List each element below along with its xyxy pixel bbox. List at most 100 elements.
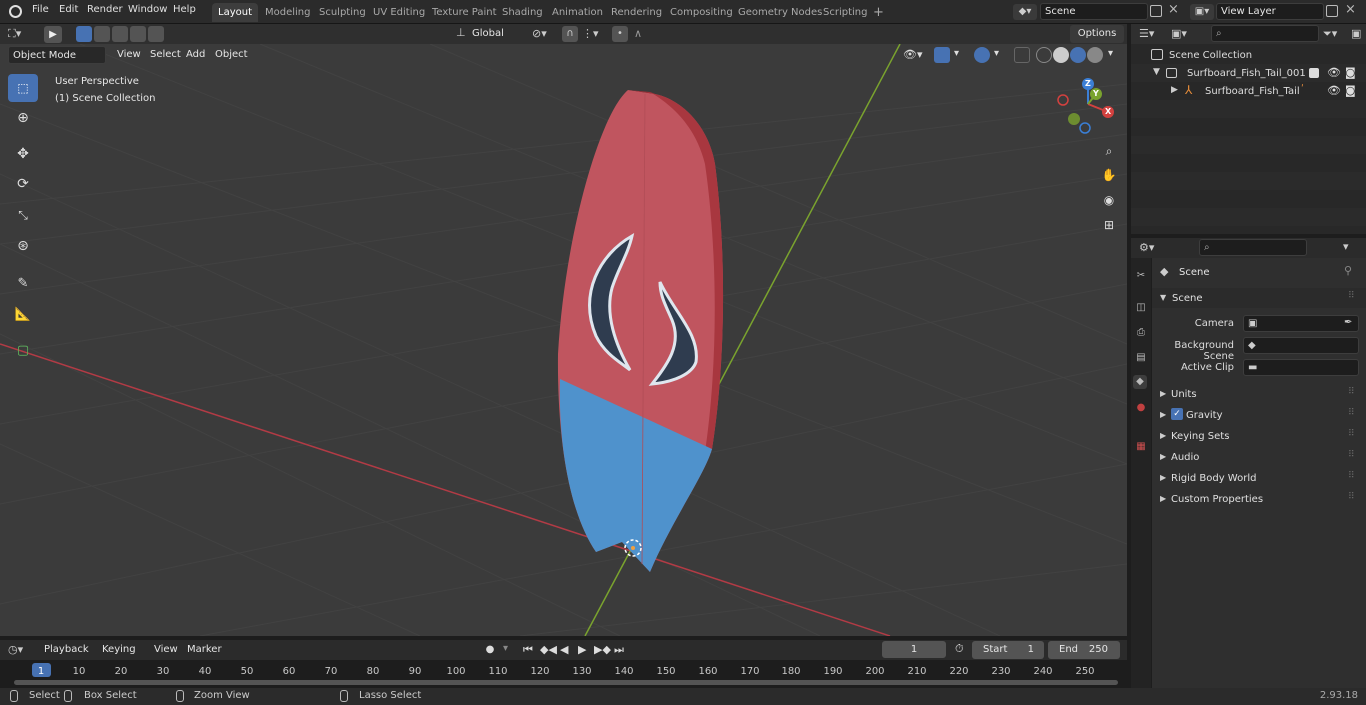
menu-file[interactable]: File [32, 4, 49, 15]
drag-handle-icon[interactable]: ⠿ [1348, 450, 1355, 460]
tab-sculpting[interactable]: Sculpting [313, 3, 372, 22]
properties-search-input[interactable]: ⌕ [1199, 239, 1307, 256]
menu-edit[interactable]: Edit [59, 4, 78, 15]
camera-view-icon[interactable]: ◉ [1099, 193, 1119, 211]
custom-properties-panel[interactable]: ▶ Custom Properties ⠿ [1152, 489, 1366, 509]
pan-hand-icon[interactable]: ✋ [1099, 168, 1119, 186]
audio-panel[interactable]: ▶ Audio ⠿ [1152, 447, 1366, 467]
outliner-search-input[interactable]: ⌕ [1211, 25, 1319, 42]
scene-icon[interactable]: ◆▾ [1013, 4, 1037, 20]
jump-keyframe-back-icon[interactable]: ◆◀ [540, 643, 557, 656]
timeline-editor-type-icon[interactable]: ◷▾ [8, 643, 23, 656]
expand-arrow-icon[interactable]: ▶ [1171, 85, 1178, 95]
select-mode-new-icon[interactable] [76, 26, 92, 42]
new-collection-icon[interactable]: ▣ [1351, 27, 1361, 40]
rotate-tool-icon[interactable]: ⟳ [8, 170, 38, 198]
proportional-edit-icon[interactable]: • [612, 26, 628, 42]
units-panel[interactable]: ▶ Units ⠿ [1152, 384, 1366, 404]
render-camera-icon[interactable]: ◙ [1345, 84, 1356, 97]
delete-view-layer-icon[interactable]: × [1345, 2, 1356, 17]
navigation-gizmo[interactable]: Z X Y [1052, 76, 1122, 146]
overlays-toggle-icon[interactable] [974, 47, 990, 63]
tab-texture-paint[interactable]: Texture Paint [426, 3, 503, 22]
snap-target-icon[interactable]: ⋮▾ [582, 27, 599, 40]
select-mode-extend-icon[interactable] [94, 26, 110, 42]
delete-scene-icon[interactable]: × [1168, 2, 1179, 17]
shading-wireframe-icon[interactable] [1036, 47, 1052, 63]
snap-icon[interactable]: ∩ [562, 26, 578, 42]
scene-panel-header[interactable]: ▼ Scene ⠿ [1152, 288, 1366, 308]
shading-dropdown-icon[interactable]: ▾ [1108, 48, 1113, 59]
render-camera-icon[interactable]: ◙ [1345, 66, 1356, 79]
menu-add[interactable]: Add [182, 46, 209, 64]
cursor-tool-icon[interactable]: ⊕ [8, 104, 38, 132]
gravity-checkbox[interactable]: ✓ [1171, 408, 1183, 420]
filter-icon[interactable]: ⏷▾ [1323, 27, 1337, 41]
measure-tool-icon[interactable]: 📐 [8, 300, 38, 328]
jump-start-icon[interactable]: ⏮ [523, 643, 533, 657]
preview-range-icon[interactable]: ⏱ [955, 642, 964, 656]
tab-layout[interactable]: Layout [212, 3, 258, 22]
shading-material-icon[interactable] [1070, 47, 1086, 63]
texture-tab-icon[interactable]: ▦ [1134, 440, 1148, 454]
visibility-icon[interactable]: 👁▾ [903, 48, 923, 61]
gizmo-toggle-icon[interactable] [934, 47, 950, 63]
select-mode-intersect-icon[interactable] [148, 26, 164, 42]
gravity-panel[interactable]: ▶ ✓ Gravity ⠿ [1152, 405, 1366, 425]
select-box-tool-icon[interactable]: ⬚ [8, 74, 38, 102]
drag-handle-icon[interactable]: ⠿ [1348, 408, 1355, 418]
outliner-editor-type-icon[interactable]: ☰▾ [1139, 27, 1154, 40]
outliner-row-scene-collection[interactable]: Scene Collection [1131, 46, 1366, 64]
properties-options-icon[interactable]: ▾ [1343, 240, 1349, 253]
blender-logo-icon[interactable] [9, 5, 22, 18]
scale-tool-icon[interactable]: ⤡ [8, 201, 38, 229]
new-scene-icon[interactable] [1150, 5, 1162, 17]
gizmo-dropdown-icon[interactable]: ▾ [954, 48, 959, 59]
add-workspace-button[interactable]: + [867, 3, 890, 22]
tab-geometry-nodes[interactable]: Geometry Nodes [732, 3, 828, 22]
tab-shading[interactable]: Shading [496, 3, 549, 22]
scene-name-field[interactable]: Scene [1040, 3, 1148, 20]
tab-compositing[interactable]: Compositing [664, 3, 739, 22]
exclude-checkbox-icon[interactable] [1309, 68, 1319, 78]
current-frame-field[interactable]: 1 [882, 641, 946, 658]
viewport-canvas[interactable] [0, 44, 1127, 636]
menu-help[interactable]: Help [173, 4, 196, 15]
view-layer-tab-icon[interactable]: ▤ [1134, 351, 1148, 365]
xray-toggle-icon[interactable] [1014, 47, 1030, 63]
pin-icon[interactable]: ⚲ [1344, 264, 1352, 277]
menu-select[interactable]: Select [146, 46, 185, 64]
menu-playback[interactable]: Playback [40, 641, 93, 659]
world-tab-icon[interactable]: ● [1134, 401, 1148, 415]
timeline-scrollbar[interactable] [14, 680, 1118, 685]
tab-scripting[interactable]: Scripting [817, 3, 873, 22]
overlays-dropdown-icon[interactable]: ▾ [994, 48, 999, 59]
eyedropper-icon[interactable]: ✒ [1344, 317, 1352, 328]
menu-render[interactable]: Render [87, 4, 123, 15]
editor-type-icon[interactable]: ⛶▾ [8, 26, 34, 42]
new-view-layer-icon[interactable] [1326, 5, 1338, 17]
drag-handle-icon[interactable]: ⠿ [1348, 291, 1355, 301]
start-frame-field[interactable]: Start 1 [972, 641, 1044, 659]
menu-marker[interactable]: Marker [183, 641, 226, 659]
view-layer-icon[interactable]: ▣▾ [1190, 4, 1214, 20]
falloff-icon[interactable]: ∧ [634, 27, 642, 40]
tool-tab-icon[interactable]: ✂ [1134, 269, 1148, 283]
keying-sets-panel[interactable]: ▶ Keying Sets ⠿ [1152, 426, 1366, 446]
output-tab-icon[interactable]: ⎙ [1134, 326, 1148, 340]
scene-tab-icon[interactable]: ◆ [1133, 375, 1147, 389]
move-tool-icon[interactable]: ✥ [8, 140, 38, 168]
view-layer-field[interactable]: View Layer [1216, 3, 1324, 20]
drag-handle-icon[interactable]: ⠿ [1348, 387, 1355, 397]
menu-keying[interactable]: Keying [98, 641, 140, 659]
pivot-point-icon[interactable]: ⊘▾ [532, 27, 547, 40]
record-options-icon[interactable]: ▾ [503, 643, 508, 654]
drag-handle-icon[interactable]: ⠿ [1348, 492, 1355, 502]
outliner-row-surfboard-collection[interactable]: ▼ Surfboard_Fish_Tail_001 👁 ◙ [1131, 64, 1366, 82]
zoom-icon[interactable]: ⌕ [1099, 144, 1119, 162]
play-icon[interactable]: ▶ [578, 643, 586, 656]
transform-tool-icon[interactable]: ⊛ [8, 232, 38, 260]
select-mode-subtract-icon[interactable] [112, 26, 128, 42]
expand-arrow-icon[interactable]: ▼ [1153, 67, 1160, 77]
select-mode-invert-icon[interactable] [130, 26, 146, 42]
